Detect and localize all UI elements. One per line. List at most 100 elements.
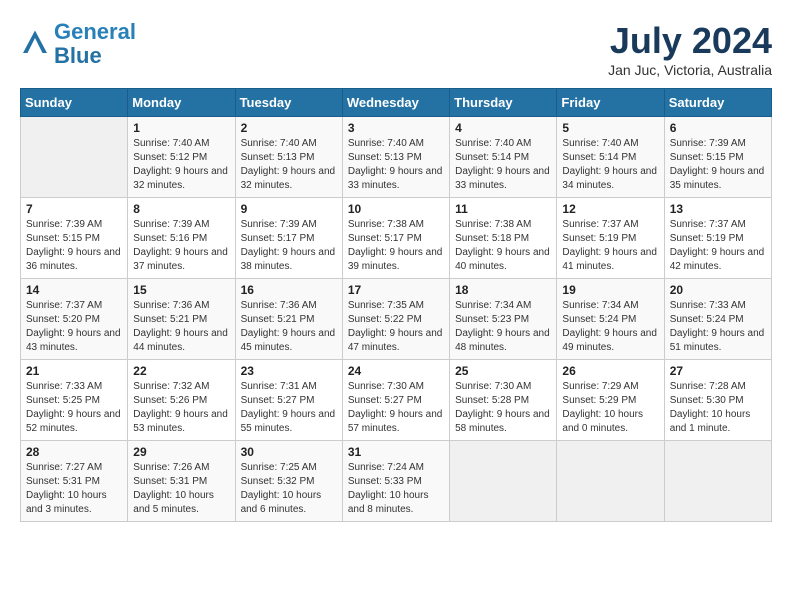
calendar-cell: 12Sunrise: 7:37 AMSunset: 5:19 PMDayligh…: [557, 198, 664, 279]
col-header-sunday: Sunday: [21, 89, 128, 117]
day-number: 14: [26, 283, 122, 297]
day-number: 28: [26, 445, 122, 459]
calendar-cell: 19Sunrise: 7:34 AMSunset: 5:24 PMDayligh…: [557, 279, 664, 360]
calendar-cell: 14 Sunrise: 7:37 AMSunset: 5:20 PMDayligh…: [21, 279, 128, 360]
day-info: Sunrise: 7:39 AMSunset: 5:16 PMDaylight:…: [133, 218, 229, 274]
day-number: 4: [455, 121, 551, 135]
day-number: 20: [670, 283, 766, 297]
calendar-cell: 6Sunrise: 7:39 AMSunset: 5:15 PMDaylight…: [664, 117, 771, 198]
day-info: Sunrise: 7:36 AMSunset: 5:21 PMDaylight:…: [133, 299, 229, 355]
day-info: Sunrise: 7:26 AMSunset: 5:31 PMDaylight:…: [133, 461, 229, 517]
page-header: General Blue July 2024 Jan Juc, Victoria…: [20, 20, 772, 78]
day-number: 8: [133, 202, 229, 216]
calendar-cell: 10 Sunrise: 7:38 AMSunset: 5:17 PMDayligh…: [342, 198, 449, 279]
day-number: 12: [562, 202, 658, 216]
col-header-monday: Monday: [128, 89, 235, 117]
day-info: Sunrise: 7:39 AMSunset: 5:17 PMDaylight:…: [241, 218, 337, 274]
title-block: July 2024 Jan Juc, Victoria, Australia: [608, 20, 772, 78]
calendar-week-3: 14 Sunrise: 7:37 AMSunset: 5:20 PMDayligh…: [21, 279, 772, 360]
day-info: Sunrise: 7:25 AMSunset: 5:32 PMDaylight:…: [241, 461, 337, 517]
day-number: 2: [241, 121, 337, 135]
calendar-week-4: 21 Sunrise: 7:33 AMSunset: 5:25 PMDayligh…: [21, 360, 772, 441]
day-number: 29: [133, 445, 229, 459]
calendar-cell: 22 Sunrise: 7:32 AMSunset: 5:26 PMDayligh…: [128, 360, 235, 441]
day-number: 22: [133, 364, 229, 378]
calendar-cell: 29 Sunrise: 7:26 AMSunset: 5:31 PMDayligh…: [128, 441, 235, 522]
day-number: 1: [133, 121, 229, 135]
calendar-cell: 20Sunrise: 7:33 AMSunset: 5:24 PMDayligh…: [664, 279, 771, 360]
logo-blue: Blue: [54, 43, 102, 68]
day-info: Sunrise: 7:40 AMSunset: 5:12 PMDaylight:…: [133, 137, 229, 193]
day-number: 3: [348, 121, 444, 135]
col-header-thursday: Thursday: [450, 89, 557, 117]
day-info: Sunrise: 7:34 AMSunset: 5:23 PMDaylight:…: [455, 299, 551, 355]
day-info: Sunrise: 7:31 AMSunset: 5:27 PMDaylight:…: [241, 380, 337, 436]
day-number: 10: [348, 202, 444, 216]
month-title: July 2024: [608, 20, 772, 62]
calendar-cell: 30 Sunrise: 7:25 AMSunset: 5:32 PMDayligh…: [235, 441, 342, 522]
day-number: 15: [133, 283, 229, 297]
day-info: Sunrise: 7:30 AMSunset: 5:28 PMDaylight:…: [455, 380, 551, 436]
calendar-cell: 4 Sunrise: 7:40 AMSunset: 5:14 PMDaylight…: [450, 117, 557, 198]
day-info: Sunrise: 7:30 AMSunset: 5:27 PMDaylight:…: [348, 380, 444, 436]
logo: General Blue: [20, 20, 136, 68]
logo-general: General: [54, 19, 136, 44]
calendar-table: SundayMondayTuesdayWednesdayThursdayFrid…: [20, 88, 772, 522]
calendar-cell: 16Sunrise: 7:36 AMSunset: 5:21 PMDayligh…: [235, 279, 342, 360]
day-info: Sunrise: 7:32 AMSunset: 5:26 PMDaylight:…: [133, 380, 229, 436]
calendar-week-5: 28Sunrise: 7:27 AMSunset: 5:31 PMDayligh…: [21, 441, 772, 522]
day-info: Sunrise: 7:33 AMSunset: 5:25 PMDaylight:…: [26, 380, 122, 436]
day-info: Sunrise: 7:37 AMSunset: 5:19 PMDaylight:…: [670, 218, 766, 274]
day-info: Sunrise: 7:29 AMSunset: 5:29 PMDaylight:…: [562, 380, 658, 436]
day-info: Sunrise: 7:38 AMSunset: 5:18 PMDaylight:…: [455, 218, 551, 274]
col-header-tuesday: Tuesday: [235, 89, 342, 117]
calendar-cell: 2 Sunrise: 7:40 AMSunset: 5:13 PMDaylight…: [235, 117, 342, 198]
calendar-cell: 5 Sunrise: 7:40 AMSunset: 5:14 PMDaylight…: [557, 117, 664, 198]
day-info: Sunrise: 7:36 AMSunset: 5:21 PMDaylight:…: [241, 299, 337, 355]
calendar-cell: 18 Sunrise: 7:34 AMSunset: 5:23 PMDayligh…: [450, 279, 557, 360]
calendar-cell: 7 Sunrise: 7:39 AMSunset: 5:15 PMDaylight…: [21, 198, 128, 279]
location: Jan Juc, Victoria, Australia: [608, 62, 772, 78]
col-header-saturday: Saturday: [664, 89, 771, 117]
calendar-cell: [557, 441, 664, 522]
day-number: 27: [670, 364, 766, 378]
calendar-cell: 11Sunrise: 7:38 AMSunset: 5:18 PMDayligh…: [450, 198, 557, 279]
day-number: 9: [241, 202, 337, 216]
day-info: Sunrise: 7:40 AMSunset: 5:14 PMDaylight:…: [562, 137, 658, 193]
day-number: 21: [26, 364, 122, 378]
calendar-cell: 13Sunrise: 7:37 AMSunset: 5:19 PMDayligh…: [664, 198, 771, 279]
calendar-cell: 17 Sunrise: 7:35 AMSunset: 5:22 PMDayligh…: [342, 279, 449, 360]
calendar-cell: 3Sunrise: 7:40 AMSunset: 5:13 PMDaylight…: [342, 117, 449, 198]
day-info: Sunrise: 7:37 AMSunset: 5:20 PMDaylight:…: [26, 299, 122, 355]
day-number: 5: [562, 121, 658, 135]
day-info: Sunrise: 7:38 AMSunset: 5:17 PMDaylight:…: [348, 218, 444, 274]
calendar-cell: 23Sunrise: 7:31 AMSunset: 5:27 PMDayligh…: [235, 360, 342, 441]
calendar-cell: 1 Sunrise: 7:40 AMSunset: 5:12 PMDaylight…: [128, 117, 235, 198]
logo-text: General Blue: [54, 20, 136, 68]
day-number: 6: [670, 121, 766, 135]
day-info: Sunrise: 7:24 AMSunset: 5:33 PMDaylight:…: [348, 461, 444, 517]
calendar-week-2: 7 Sunrise: 7:39 AMSunset: 5:15 PMDaylight…: [21, 198, 772, 279]
day-number: 18: [455, 283, 551, 297]
calendar-cell: [21, 117, 128, 198]
calendar-cell: 9 Sunrise: 7:39 AMSunset: 5:17 PMDaylight…: [235, 198, 342, 279]
calendar-cell: 25 Sunrise: 7:30 AMSunset: 5:28 PMDayligh…: [450, 360, 557, 441]
calendar-cell: 8 Sunrise: 7:39 AMSunset: 5:16 PMDaylight…: [128, 198, 235, 279]
day-number: 30: [241, 445, 337, 459]
day-info: Sunrise: 7:39 AMSunset: 5:15 PMDaylight:…: [26, 218, 122, 274]
day-info: Sunrise: 7:35 AMSunset: 5:22 PMDaylight:…: [348, 299, 444, 355]
day-number: 26: [562, 364, 658, 378]
calendar-cell: 27Sunrise: 7:28 AMSunset: 5:30 PMDayligh…: [664, 360, 771, 441]
calendar-cell: 21 Sunrise: 7:33 AMSunset: 5:25 PMDayligh…: [21, 360, 128, 441]
day-number: 25: [455, 364, 551, 378]
day-number: 17: [348, 283, 444, 297]
col-header-friday: Friday: [557, 89, 664, 117]
calendar-cell: 15 Sunrise: 7:36 AMSunset: 5:21 PMDayligh…: [128, 279, 235, 360]
calendar-cell: 26 Sunrise: 7:29 AMSunset: 5:29 PMDayligh…: [557, 360, 664, 441]
day-info: Sunrise: 7:40 AMSunset: 5:14 PMDaylight:…: [455, 137, 551, 193]
calendar-cell: 31Sunrise: 7:24 AMSunset: 5:33 PMDayligh…: [342, 441, 449, 522]
calendar-cell: [450, 441, 557, 522]
day-info: Sunrise: 7:40 AMSunset: 5:13 PMDaylight:…: [241, 137, 337, 193]
day-number: 7: [26, 202, 122, 216]
day-info: Sunrise: 7:34 AMSunset: 5:24 PMDaylight:…: [562, 299, 658, 355]
